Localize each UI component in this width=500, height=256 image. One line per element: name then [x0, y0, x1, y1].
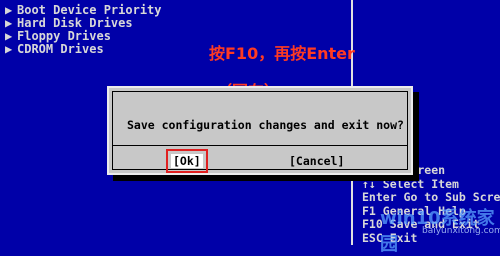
bios-screen: ▶ Boot Device Priority ▶ Hard Disk Drives …	[0, 0, 500, 255]
menu-item-label: Hard Disk Drives	[17, 16, 133, 30]
menu-item-label: Boot Device Priority	[17, 3, 162, 17]
help-line: Enter Go to Sub Screen	[362, 190, 500, 204]
boot-menu-list: ▶ Boot Device Priority ▶ Hard Disk Drives …	[5, 4, 162, 56]
ok-button[interactable]: [Ok]	[166, 149, 208, 173]
menu-item-cdrom-drives[interactable]: ▶ CDROM Drives	[5, 43, 162, 56]
watermark-url: baiyunxitong.com	[422, 226, 500, 236]
save-exit-dialog: Save configuration changes and exit now?…	[107, 86, 413, 175]
dialog-separator	[113, 145, 407, 146]
help-line: ↑↓ Select Item	[362, 176, 459, 191]
menu-item-label: CDROM Drives	[17, 42, 104, 56]
cancel-button[interactable]: [Cancel]	[289, 154, 344, 168]
dialog-message: Save configuration changes and exit now?	[127, 118, 404, 132]
menu-item-label: Floppy Drives	[17, 29, 111, 43]
annotation-instruction: 按F10，再按Enter	[209, 44, 355, 63]
dialog-frame: Save configuration changes and exit now?…	[112, 91, 408, 173]
triangle-right-icon: ▶	[5, 42, 13, 56]
